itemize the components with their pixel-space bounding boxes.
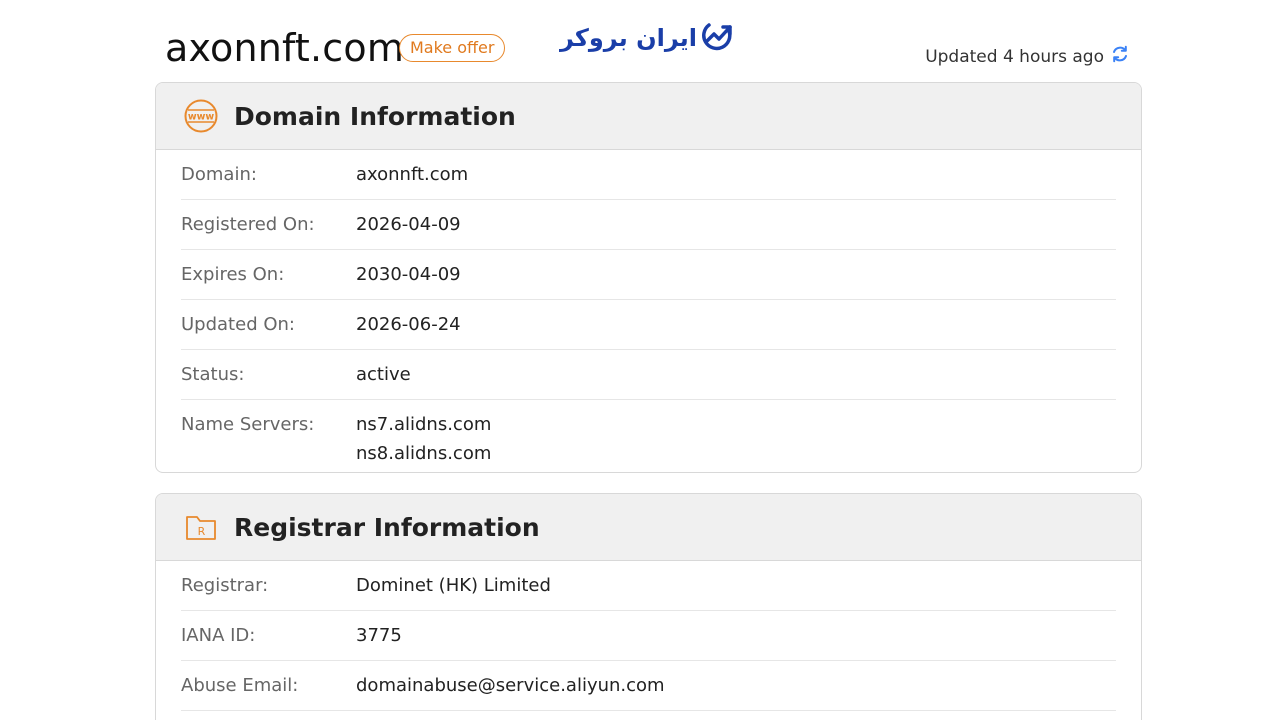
svg-text:www: www: [188, 112, 215, 123]
www-globe-icon: www: [183, 98, 219, 134]
row-label: Abuse Email:: [181, 675, 299, 696]
svg-text:R: R: [198, 525, 206, 538]
card-title: Domain Information: [234, 101, 516, 131]
row-label: Expires On:: [181, 264, 285, 285]
registered-on-value: 2026-04-09: [356, 214, 461, 235]
info-row: Domain: axonnft.com: [181, 150, 1116, 200]
info-row: Updated On: 2026-06-24: [181, 300, 1116, 350]
row-value: active: [356, 362, 411, 387]
updated-text: Updated 4 hours ago: [925, 46, 1104, 67]
row-value: 2026-06-24: [356, 312, 461, 337]
updated-on-value: 2026-06-24: [356, 314, 461, 335]
status-value: active: [356, 364, 411, 385]
domain-information-card: www Domain Information Domain: axonnft.c…: [155, 82, 1142, 473]
trend-chart-icon: [701, 21, 735, 56]
name-server-value: ns8.alidns.com: [356, 443, 492, 464]
info-row: Registered On: 2026-04-09: [181, 200, 1116, 250]
abuse-email-value: domainabuse@service.aliyun.com: [356, 675, 665, 696]
row-value: ns7.alidns.com ns8.alidns.com: [356, 412, 491, 468]
info-row: Name Servers: ns7.alidns.com ns8.alidns.…: [181, 400, 1116, 472]
row-label: Registrar:: [181, 575, 269, 596]
row-label: Name Servers:: [181, 414, 315, 435]
card-header: R Registrar Information: [156, 494, 1141, 561]
row-value: domainabuse@service.aliyun.com: [356, 673, 665, 698]
info-row: Status: active: [181, 350, 1116, 400]
expires-on-value: 2030-04-09: [356, 264, 461, 285]
row-label: Registered On:: [181, 214, 315, 235]
registrar-value: Dominet (HK) Limited: [356, 575, 551, 596]
name-server-value: ns7.alidns.com: [356, 414, 492, 435]
info-row: IANA ID: 3775: [181, 611, 1116, 661]
page-header: axonnft.com Make offer ایران بروکر Updat…: [155, 0, 1142, 82]
row-label: Status:: [181, 364, 245, 385]
row-label: Domain:: [181, 164, 257, 185]
brand-logo-text: ایران بروکر: [560, 24, 697, 52]
page-title: axonnft.com: [165, 26, 405, 70]
iana-id-value: 3775: [356, 625, 402, 646]
info-row: Registrar: Dominet (HK) Limited: [181, 561, 1116, 611]
row-label: Updated On:: [181, 314, 295, 335]
registrar-folder-icon: R: [183, 509, 219, 545]
refresh-icon[interactable]: [1110, 44, 1130, 69]
info-row: Abuse Email: domainabuse@service.aliyun.…: [181, 661, 1116, 711]
row-value: 2026-04-09: [356, 212, 461, 237]
row-value: 2030-04-09: [356, 262, 461, 287]
row-value: 3775: [356, 623, 402, 648]
domain-value: axonnft.com: [356, 164, 469, 185]
card-title: Registrar Information: [234, 512, 540, 542]
updated-status: Updated 4 hours ago: [925, 44, 1130, 69]
row-value: Dominet (HK) Limited: [356, 573, 551, 598]
make-offer-button[interactable]: Make offer: [399, 34, 506, 62]
brand-logo[interactable]: ایران بروکر: [560, 18, 735, 58]
registrar-information-card: R Registrar Information Registrar: Domin…: [155, 493, 1142, 720]
row-value: axonnft.com: [356, 162, 468, 187]
card-header: www Domain Information: [156, 83, 1141, 150]
row-label: IANA ID:: [181, 625, 256, 646]
info-row: Expires On: 2030-04-09: [181, 250, 1116, 300]
